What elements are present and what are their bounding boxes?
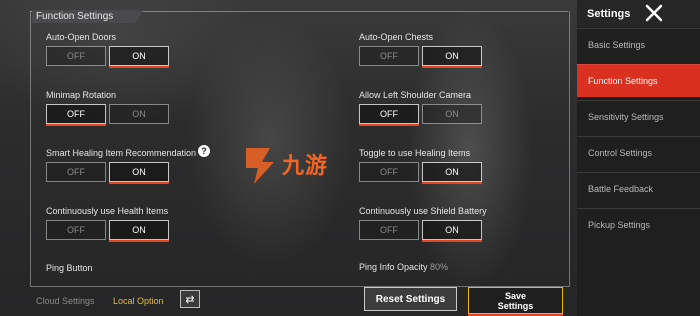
sidebar-item-function-settings[interactable]: Function Settings bbox=[577, 64, 700, 97]
toggle-left-shoulder-camera: OFF ON bbox=[359, 104, 489, 126]
off-button[interactable]: OFF bbox=[359, 46, 419, 66]
reset-settings-button[interactable]: Reset Settings bbox=[364, 287, 457, 311]
sidebar-item-sensitivity-settings[interactable]: Sensitivity Settings bbox=[577, 100, 700, 133]
sidebar-title: Settings bbox=[587, 8, 631, 20]
on-button[interactable]: ON bbox=[109, 162, 169, 184]
option-label-ping-button: Ping Button bbox=[46, 263, 93, 273]
swap-icon[interactable]: ⇄ bbox=[180, 290, 200, 308]
toggle-minimap-rotation: OFF ON bbox=[46, 104, 176, 126]
ping-opacity-value: 80% bbox=[430, 262, 449, 272]
section-title: Function Settings bbox=[36, 11, 114, 22]
toggle-smart-healing: OFF ON bbox=[46, 162, 176, 184]
off-button[interactable]: OFF bbox=[359, 220, 419, 240]
sidebar-item-battle-feedback[interactable]: Battle Feedback bbox=[577, 172, 700, 205]
toggle-healing-items: OFF ON bbox=[359, 162, 489, 184]
option-label-ping-opacity: Ping Info Opacity bbox=[359, 262, 428, 272]
off-button[interactable]: OFF bbox=[359, 104, 419, 126]
off-button[interactable]: OFF bbox=[359, 162, 419, 182]
toggle-continuous-health: OFF ON bbox=[46, 220, 176, 242]
option-label-minimap-rotation: Minimap Rotation bbox=[46, 90, 117, 100]
save-settings-button[interactable]: Save Settings bbox=[468, 287, 563, 316]
option-label-continuous-shield: Continuously use Shield Battery bbox=[359, 206, 487, 216]
off-button[interactable]: OFF bbox=[46, 162, 106, 182]
sidebar-item-pickup-settings[interactable]: Pickup Settings bbox=[577, 208, 700, 241]
option-label-smart-healing: Smart Healing Item Recommendation bbox=[46, 148, 197, 158]
toggle-continuous-shield: OFF ON bbox=[359, 220, 489, 242]
help-icon[interactable]: ? bbox=[198, 145, 210, 157]
local-option-tab[interactable]: Local Option bbox=[113, 296, 164, 306]
on-button[interactable]: ON bbox=[422, 162, 482, 184]
off-button[interactable]: OFF bbox=[46, 104, 106, 126]
option-label-left-shoulder-camera: Allow Left Shoulder Camera bbox=[359, 90, 472, 100]
option-label-continuous-health: Continuously use Health Items bbox=[46, 206, 169, 216]
option-label-auto-open-chests: Auto-Open Chests bbox=[359, 32, 434, 42]
on-button[interactable]: ON bbox=[422, 46, 482, 68]
save-settings-label: Save Settings bbox=[497, 290, 534, 311]
toggle-auto-open-chests: OFF ON bbox=[359, 46, 489, 68]
off-button[interactable]: OFF bbox=[46, 46, 106, 66]
off-button[interactable]: OFF bbox=[46, 220, 106, 240]
on-button[interactable]: ON bbox=[109, 220, 169, 242]
sidebar-item-basic-settings[interactable]: Basic Settings bbox=[577, 28, 700, 61]
sidebar-item-control-settings[interactable]: Control Settings bbox=[577, 136, 700, 169]
on-button[interactable]: ON bbox=[109, 104, 169, 124]
option-label-auto-open-doors: Auto-Open Doors bbox=[46, 32, 117, 42]
option-label-toggle-healing: Toggle to use Healing Items bbox=[359, 148, 471, 158]
watermark-text: 九游 bbox=[282, 153, 329, 178]
cloud-settings-tab[interactable]: Cloud Settings bbox=[36, 296, 95, 306]
on-button[interactable]: ON bbox=[422, 104, 482, 124]
on-button[interactable]: ON bbox=[109, 46, 169, 68]
close-icon[interactable] bbox=[644, 4, 664, 22]
on-button[interactable]: ON bbox=[422, 220, 482, 242]
toggle-auto-open-doors: OFF ON bbox=[46, 46, 176, 68]
